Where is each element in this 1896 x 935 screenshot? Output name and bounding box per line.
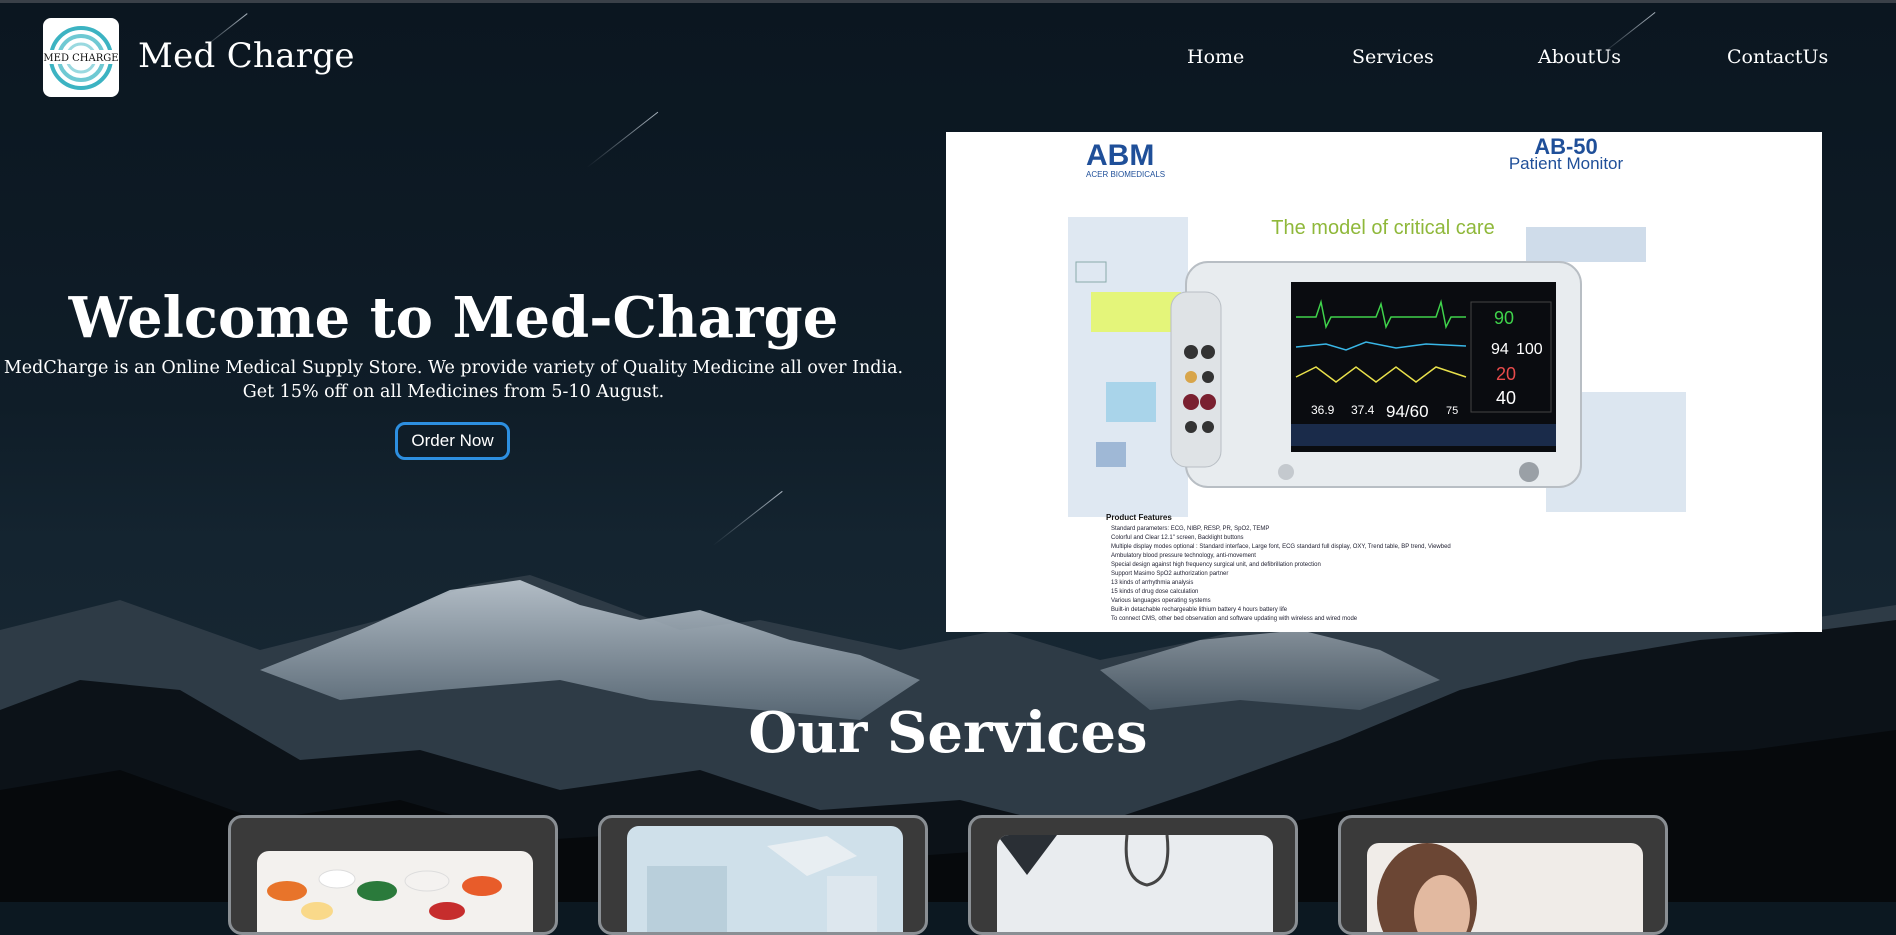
- nav-home[interactable]: Home: [1187, 46, 1244, 68]
- nav-about[interactable]: AboutUs: [1538, 46, 1621, 68]
- feature-item: Built-in detachable rechargeable lithium…: [1111, 607, 1288, 613]
- monitor-pr: 75: [1446, 405, 1458, 417]
- monitor-hr: 90: [1494, 308, 1514, 328]
- feature-item: Standard parameters: ECG, NIBP, RESP, PR…: [1111, 526, 1269, 532]
- brand-name[interactable]: Med Charge: [138, 36, 355, 76]
- feature-item: Special design against high frequency su…: [1111, 562, 1321, 568]
- hero-offer: Get 15% off on all Medicines from 5-10 A…: [242, 382, 665, 402]
- service-card-dental[interactable]: [598, 815, 928, 935]
- logo-text: MED CHARGE: [43, 53, 118, 64]
- feature-item: Various languages operating systems: [1111, 598, 1211, 604]
- monitor-t2: 37.4: [1351, 403, 1375, 417]
- feature-item: Support Masimo SpO2 authorization partne…: [1111, 571, 1228, 577]
- patient-monitor-image: ABM ACER BIOMEDICALS AB-50 Patient Monit…: [946, 132, 1822, 632]
- feature-item: Multiple display modes optional : Standa…: [1111, 544, 1451, 550]
- monitor-spo2: 94: [1491, 341, 1509, 358]
- services-heading: Our Services: [748, 700, 1148, 766]
- monitor-t1: 36.9: [1311, 403, 1335, 417]
- stethoscope-image: [997, 835, 1273, 932]
- monitor-model-sub: Patient Monitor: [1509, 154, 1624, 173]
- monitor-brand-sub: ACER BIOMEDICALS: [1086, 170, 1165, 179]
- pills-image: [257, 851, 533, 932]
- feature-item: Colorful and Clear 12.1" screen, Backlig…: [1111, 535, 1244, 541]
- feature-item: Ambulatory blood pressure technology, an…: [1111, 553, 1256, 559]
- person-image: [1367, 843, 1643, 932]
- feature-item: 15 kinds of drug dose calculation: [1111, 589, 1198, 595]
- dental-clinic-image: [627, 826, 903, 932]
- logo-rings-icon: MED CHARGE: [43, 26, 119, 90]
- feature-item: To connect CMS, other bed observation an…: [1111, 616, 1358, 622]
- nav-services[interactable]: Services: [1352, 46, 1434, 68]
- nav-contact[interactable]: ContactUs: [1727, 46, 1828, 68]
- monitor-brand: ABM: [1086, 139, 1154, 172]
- hero-description: MedCharge is an Online Medical Supply St…: [3, 358, 904, 378]
- hero-title: Welcome to Med-Charge: [68, 285, 839, 351]
- service-card-consultation[interactable]: [968, 815, 1298, 935]
- monitor-bp: 94/60: [1386, 402, 1429, 421]
- hero-section: Welcome to Med-Charge MedCharge is an On…: [0, 280, 907, 404]
- service-card-medicine[interactable]: [228, 815, 558, 935]
- order-now-button[interactable]: Order Now: [395, 422, 510, 460]
- site-header: MED CHARGE Med Charge Home Services Abou…: [0, 0, 1896, 110]
- service-card-support[interactable]: [1338, 815, 1668, 935]
- features-title: Product Features: [1106, 513, 1172, 522]
- brand-logo[interactable]: MED CHARGE: [43, 18, 119, 97]
- monitor-resp: 20: [1496, 364, 1516, 384]
- monitor-spo2-b: 100: [1516, 341, 1543, 358]
- monitor-temp: 40: [1496, 388, 1516, 408]
- monitor-tagline: The model of critical care: [1271, 217, 1494, 239]
- feature-item: 13 kinds of arrhythmia analysis: [1111, 580, 1193, 586]
